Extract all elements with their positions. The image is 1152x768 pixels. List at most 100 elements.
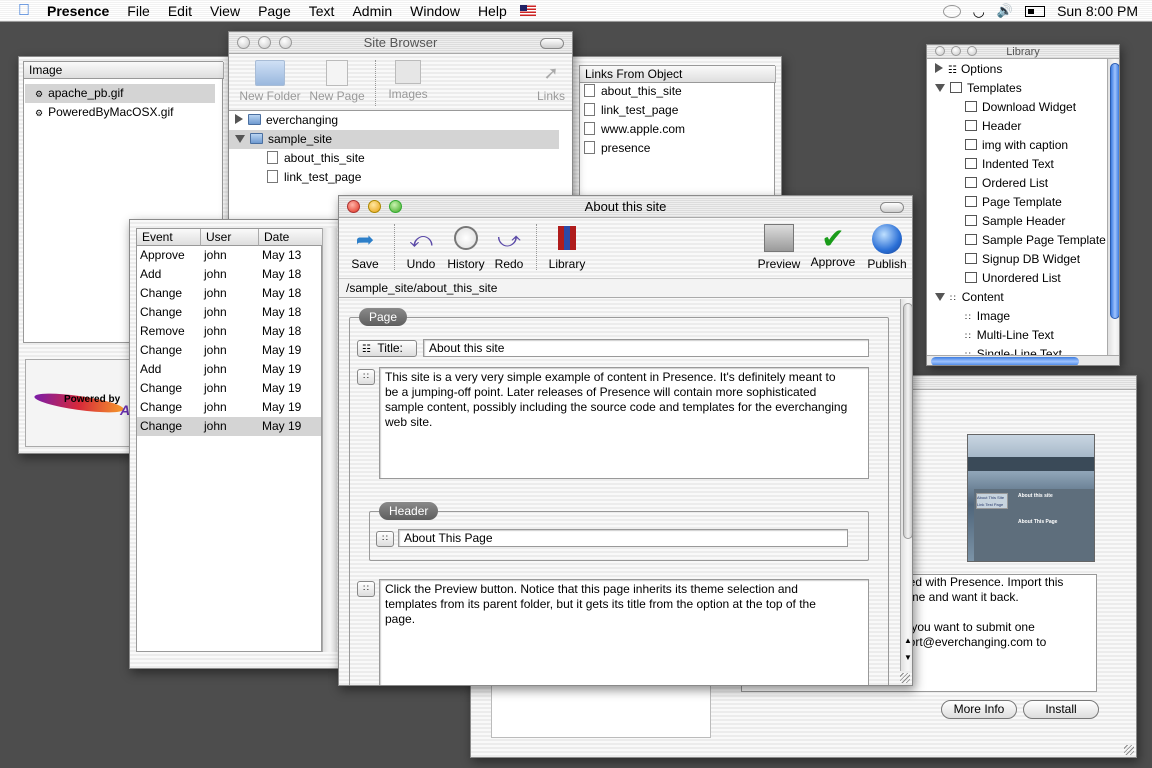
battery-icon[interactable] [1025, 5, 1046, 17]
body-text-area[interactable]: This site is a very very simple example … [379, 367, 869, 479]
links-button[interactable]: ➚ Links [529, 60, 572, 103]
table-row[interactable]: Change john May 19 [137, 417, 321, 436]
link-item[interactable]: presence [584, 139, 650, 158]
table-row[interactable]: Remove john May 18 [137, 322, 321, 341]
col-header-date[interactable]: Date [259, 229, 323, 246]
close-icon[interactable] [935, 46, 945, 56]
table-row[interactable]: Add john May 18 [137, 265, 321, 284]
history-button[interactable]: History [443, 226, 489, 271]
tree-row-page[interactable]: link_test_page [267, 168, 361, 187]
volume-icon[interactable]: 🔊 [997, 3, 1013, 19]
toolbar-toggle-button[interactable] [880, 202, 904, 213]
image-col-header[interactable]: Image [24, 62, 224, 79]
new-folder-button[interactable]: New Folder [237, 60, 303, 103]
resize-grip-icon[interactable] [1124, 745, 1134, 755]
disclosure-triangle-icon[interactable] [935, 293, 945, 301]
library-category-templates[interactable]: Templates [935, 79, 1022, 98]
menu-admin[interactable]: Admin [343, 3, 401, 19]
library-item[interactable]: ∷ Image [965, 307, 1010, 326]
library-item[interactable]: Download Widget [965, 98, 1076, 117]
scroll-thumb[interactable] [903, 303, 912, 539]
menu-window[interactable]: Window [401, 3, 469, 19]
table-row[interactable]: Add john May 19 [137, 360, 321, 379]
table-row[interactable]: Change john May 19 [137, 341, 321, 360]
list-item[interactable]: ⚙ PoweredByMacOSX.gif [25, 103, 215, 122]
menu-help[interactable]: Help [469, 3, 516, 19]
text-block-menu-button[interactable]: ∷ [357, 581, 375, 597]
library-button[interactable]: Library [543, 226, 591, 271]
undo-button[interactable]: ⤺ Undo [401, 226, 441, 271]
disclosure-triangle-icon[interactable] [235, 114, 243, 124]
library-item[interactable]: Page Template [965, 193, 1062, 212]
scroll-thumb[interactable] [931, 357, 1079, 365]
disclosure-triangle-icon[interactable] [235, 135, 245, 143]
clock[interactable]: Sun 8:00 PM [1057, 3, 1138, 19]
library-item[interactable]: Header [965, 117, 1021, 136]
menu-file[interactable]: File [118, 3, 159, 19]
col-header-event[interactable]: Event [137, 229, 201, 246]
approve-button[interactable]: ✔ Approve [807, 224, 859, 270]
menu-view[interactable]: View [201, 3, 249, 19]
flag-icon[interactable] [519, 5, 536, 16]
wifi-icon[interactable]: ◡ [973, 3, 985, 20]
links-col-header[interactable]: Links From Object [580, 66, 776, 83]
library-item[interactable]: ∷ Single-Line Text [965, 345, 1062, 355]
speech-bubble-icon[interactable] [942, 4, 961, 18]
library-item[interactable]: ∷ Multi-Line Text [965, 326, 1054, 345]
title-field-button[interactable]: ☷ Title: [357, 340, 417, 357]
link-item[interactable]: www.apple.com [584, 120, 685, 139]
tree-row-folder[interactable]: everchanging [235, 111, 560, 130]
more-info-button[interactable]: More Info [941, 700, 1017, 719]
table-row[interactable]: Change john May 19 [137, 398, 321, 417]
tree-row-folder[interactable]: sample_site [229, 130, 559, 149]
library-item[interactable]: Indented Text [965, 155, 1054, 174]
tree-row-page[interactable]: about_this_site [267, 149, 365, 168]
library-item[interactable]: Signup DB Widget [965, 250, 1080, 269]
scroll-thumb[interactable] [1110, 63, 1119, 319]
new-page-button[interactable]: New Page [309, 60, 365, 103]
close-icon[interactable] [347, 200, 360, 213]
table-row[interactable]: Change john May 18 [137, 303, 321, 322]
link-item[interactable]: link_test_page [584, 101, 678, 120]
disclosure-triangle-icon[interactable] [935, 84, 945, 92]
table-row[interactable]: Approve john May 13 [137, 246, 321, 265]
library-item[interactable]: Unordered List [965, 269, 1061, 288]
menu-text[interactable]: Text [300, 3, 344, 19]
text-block-menu-button[interactable]: ∷ [357, 369, 375, 385]
library-item[interactable]: Sample Header [965, 212, 1065, 231]
publish-button[interactable]: Publish [861, 224, 912, 271]
install-button[interactable]: Install [1023, 700, 1099, 719]
editor-vscroll[interactable]: ▲ ▼ [900, 299, 912, 671]
library-category-options[interactable]: ☷ Options [935, 60, 1002, 79]
title-input[interactable]: About this site [423, 339, 869, 357]
col-header-user[interactable]: User [201, 229, 259, 246]
list-item[interactable]: ⚙ apache_pb.gif [25, 84, 215, 103]
editor-titlebar[interactable]: About this site [339, 196, 912, 218]
library-category-content[interactable]: ∷ Content [935, 288, 1004, 307]
library-vscroll[interactable] [1107, 59, 1119, 355]
header-block-menu-button[interactable]: ∷ [376, 531, 394, 547]
library-item[interactable]: Ordered List [965, 174, 1048, 193]
link-item[interactable]: about_this_site [584, 82, 682, 101]
apple-icon[interactable]:  [0, 2, 38, 20]
app-menu[interactable]: Presence [38, 3, 118, 19]
table-row[interactable]: Change john May 19 [137, 379, 321, 398]
site-browser-titlebar[interactable]: Site Browser [229, 32, 572, 54]
library-titlebar[interactable]: Library [927, 45, 1119, 59]
preview-button[interactable]: Preview [755, 224, 803, 271]
zoom-icon[interactable] [967, 46, 977, 56]
menu-page[interactable]: Page [249, 3, 300, 19]
minimize-icon[interactable] [258, 36, 271, 49]
history-vscroll[interactable] [322, 228, 337, 652]
images-button[interactable]: Images [383, 60, 433, 101]
close-icon[interactable] [237, 36, 250, 49]
scroll-up-arrow-icon[interactable]: ▲ [901, 634, 912, 648]
library-item[interactable]: img with caption [965, 136, 1068, 155]
save-button[interactable]: ➦ Save [345, 226, 385, 271]
zoom-icon[interactable] [279, 36, 292, 49]
minimize-icon[interactable] [951, 46, 961, 56]
scroll-down-arrow-icon[interactable]: ▼ [901, 651, 912, 665]
zoom-icon[interactable] [389, 200, 402, 213]
redo-button[interactable]: ⤻ Redo [489, 226, 529, 271]
second-text-area[interactable]: Click the Preview button. Notice that th… [379, 579, 869, 685]
